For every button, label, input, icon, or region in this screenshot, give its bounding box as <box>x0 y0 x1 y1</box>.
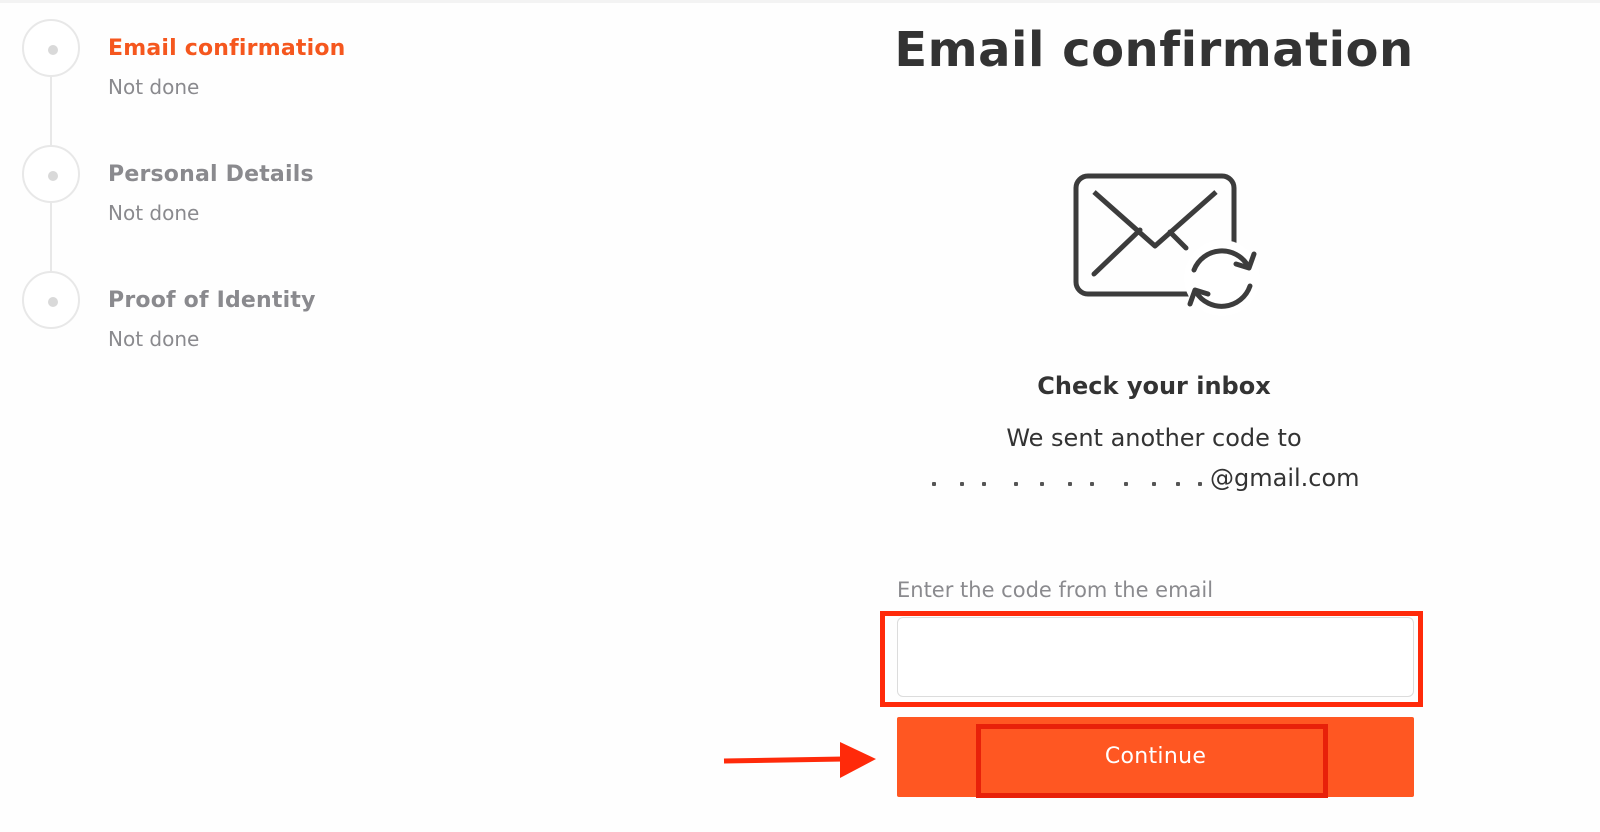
step-title: Personal Details <box>108 162 314 187</box>
top-divider <box>0 0 1600 3</box>
step-indicator <box>22 19 80 77</box>
step-indicator <box>22 145 80 203</box>
step-indicator <box>22 271 80 329</box>
step-title: Email confirmation <box>108 36 346 61</box>
annotation-arrow-icon <box>723 742 876 778</box>
step-email-confirmation[interactable]: Email confirmation Not done <box>22 19 422 119</box>
continue-button-label: Continue <box>1104 744 1207 769</box>
page: Email confirmation Not done Personal Det… <box>0 0 1600 832</box>
step-personal-details[interactable]: Personal Details Not done <box>22 145 422 245</box>
email-domain: @gmail.com <box>1210 464 1360 492</box>
recipient-email: @gmail.com <box>930 462 1390 492</box>
step-dot <box>48 297 58 307</box>
step-dot <box>48 171 58 181</box>
verification-code-input[interactable] <box>897 617 1414 697</box>
step-dot <box>48 45 58 55</box>
code-field-label: Enter the code from the email <box>897 578 1214 602</box>
step-title: Proof of Identity <box>108 288 316 313</box>
step-status: Not done <box>108 75 200 99</box>
mail-refresh-icon <box>1073 173 1260 316</box>
obscured-email-part <box>930 462 1210 492</box>
check-inbox-heading: Check your inbox <box>1037 372 1271 400</box>
step-status: Not done <box>108 327 200 351</box>
step-status: Not done <box>108 201 200 225</box>
sent-code-text: We sent another code to <box>1006 424 1302 452</box>
step-proof-of-identity[interactable]: Proof of Identity Not done <box>22 271 422 371</box>
page-title: Email confirmation <box>894 22 1414 78</box>
